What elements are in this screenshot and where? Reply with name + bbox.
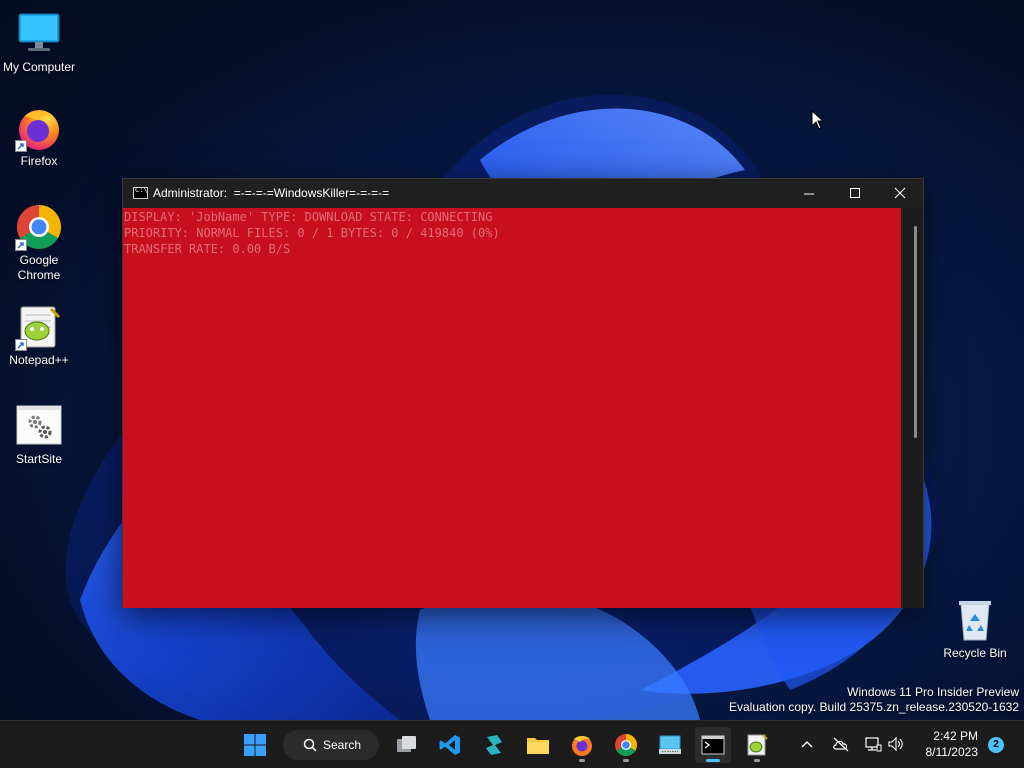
- azure-data-studio-icon: [486, 735, 502, 755]
- taskbar: Search 2:42 PM 8/11/2023 2: [0, 720, 1024, 768]
- network-icon[interactable]: [864, 735, 882, 753]
- notification-badge[interactable]: 2: [988, 737, 1004, 753]
- running-indicator: [754, 759, 760, 762]
- desktop-icon-label: My Computer: [2, 60, 76, 74]
- scrollbar-thumb[interactable]: [914, 226, 917, 438]
- close-icon: [894, 187, 906, 199]
- onedrive-offline-icon[interactable]: [832, 736, 850, 752]
- taskbar-file-explorer[interactable]: [520, 727, 556, 763]
- maximize-button[interactable]: [833, 179, 879, 208]
- vscode-icon: [439, 735, 460, 755]
- active-indicator: [706, 759, 720, 762]
- desktop-icon-label: Google Chrome: [17, 253, 61, 282]
- taskbar-azure-data-studio[interactable]: [476, 727, 512, 763]
- notepadpp-icon: [15, 303, 63, 351]
- console-line: PRIORITY: NORMAL FILES: 0 / 1 BYTES: 0 /…: [124, 226, 500, 240]
- console-window[interactable]: C:\ Administrator: =-=-=-=WindowsKiller=…: [122, 178, 924, 608]
- maximize-icon: [850, 188, 860, 198]
- chrome-icon: [15, 203, 63, 251]
- desktop-icon-firefox[interactable]: Firefox: [1, 104, 77, 169]
- taskbar-remote-keyboard[interactable]: [652, 727, 688, 763]
- console-line: DISPLAY: 'JobName' TYPE: DOWNLOAD STATE:…: [124, 210, 493, 224]
- terminal-icon: C:\: [133, 186, 148, 199]
- desktop-icon-chrome[interactable]: Google Chrome: [1, 203, 77, 283]
- desktop-icon-label: Firefox: [20, 154, 58, 168]
- mouse-cursor-icon: [811, 110, 825, 130]
- shortcut-arrow-icon: [15, 239, 27, 251]
- search-label: Search: [323, 738, 362, 752]
- vertical-scrollbar[interactable]: [901, 208, 923, 608]
- task-view-icon: [397, 736, 416, 752]
- recycle-bin-icon: [951, 596, 999, 644]
- minimize-icon: [804, 193, 814, 195]
- running-indicator: [579, 759, 585, 762]
- running-indicator: [623, 759, 629, 762]
- desktop-icon-my-computer[interactable]: My Computer: [1, 10, 77, 75]
- desktop-icon-notepadpp[interactable]: Notepad++: [1, 303, 77, 368]
- close-button[interactable]: [878, 179, 924, 208]
- desktop: My Computer Firefox Google Chrome Notepa…: [0, 0, 1024, 768]
- system-clock[interactable]: 2:42 PM 8/11/2023: [916, 728, 979, 760]
- taskbar-firefox[interactable]: [564, 727, 600, 763]
- window-title: Administrator: =-=-=-=WindowsKiller=-=-=…: [153, 186, 390, 200]
- gear-icon: [15, 402, 63, 450]
- firefox-icon: [572, 736, 592, 756]
- remote-keyboard-icon: [659, 735, 681, 754]
- taskbar-notepadpp[interactable]: [739, 727, 775, 763]
- watermark-edition: Windows 11 Pro Insider Preview: [847, 685, 1019, 699]
- chrome-icon: [615, 734, 637, 756]
- evaluation-watermark: Windows 11 Pro Insider Preview Evaluatio…: [729, 685, 1019, 715]
- taskbar-vscode[interactable]: [432, 727, 468, 763]
- firefox-icon: [15, 104, 63, 152]
- desktop-icon-label: StartSite: [15, 452, 63, 466]
- title-bar[interactable]: C:\ Administrator: =-=-=-=WindowsKiller=…: [123, 179, 923, 208]
- file-explorer-icon: [527, 738, 549, 754]
- console-output[interactable]: DISPLAY: 'JobName' TYPE: DOWNLOAD STATE:…: [123, 208, 901, 608]
- notepadpp-icon: [747, 734, 768, 756]
- watermark-build: Evaluation copy. Build 25375.zn_release.…: [729, 700, 1019, 714]
- desktop-icon-recycle-bin[interactable]: Recycle Bin: [937, 596, 1013, 661]
- console-line: TRANSFER RATE: 0.00 B/S: [124, 242, 291, 256]
- chevron-up-icon[interactable]: [800, 737, 814, 751]
- shortcut-arrow-icon: [15, 140, 27, 152]
- clock-time: 2:42 PM: [933, 729, 978, 743]
- monitor-icon: [15, 10, 63, 58]
- start-button[interactable]: [237, 727, 273, 763]
- task-view-button[interactable]: [388, 727, 424, 763]
- clock-date: 8/11/2023: [925, 745, 979, 759]
- desktop-icon-label: Recycle Bin: [943, 646, 1007, 660]
- volume-icon[interactable]: [887, 735, 905, 753]
- search-icon: [303, 738, 317, 752]
- start-icon: [244, 734, 266, 756]
- taskbar-search[interactable]: Search: [283, 730, 379, 760]
- minimize-button[interactable]: [787, 179, 833, 208]
- desktop-icon-label: Notepad++: [9, 353, 69, 367]
- desktop-icon-startsite[interactable]: StartSite: [1, 402, 77, 467]
- shortcut-arrow-icon: [15, 339, 27, 351]
- taskbar-terminal[interactable]: [695, 727, 731, 763]
- taskbar-chrome[interactable]: [608, 727, 644, 763]
- terminal-icon: [701, 735, 725, 755]
